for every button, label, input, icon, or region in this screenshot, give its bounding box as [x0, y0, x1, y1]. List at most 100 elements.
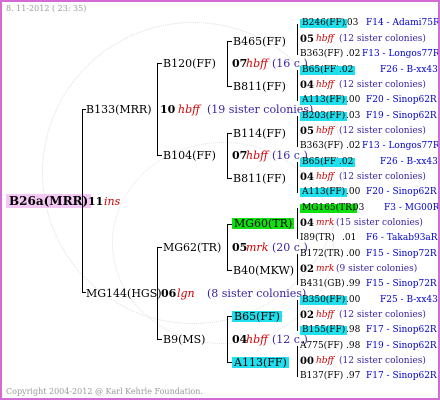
gen4-value: .02: [337, 157, 356, 167]
gen3-connector: [297, 116, 298, 147]
gen2-queen[interactable]: B9(MS): [163, 334, 205, 345]
gen3-queen[interactable]: B114(FF): [233, 128, 286, 139]
gen4-value: .00: [346, 249, 361, 259]
gen4-queen[interactable]: B65(FF): [300, 158, 342, 167]
gen4-code: F26 - B-xx43: [380, 157, 438, 167]
gen4-queen[interactable]: B65(FF): [300, 66, 342, 75]
gen4-note: (12 sister colonies): [339, 172, 426, 182]
gen4-note: (12 sister colonies): [339, 80, 426, 90]
gen4-value: .98: [346, 341, 361, 351]
gen3-queen[interactable]: B811(FF): [233, 173, 286, 184]
pedigree-frame: 8. 11-2012 ( 23: 35) Copyright 2004-2012…: [0, 0, 440, 400]
footer-copyright: Copyright 2004-2012 @ Karl Kehrle Founda…: [6, 387, 203, 396]
gen4-value: .03: [346, 111, 361, 121]
gen4-note: (9 sister colonies): [336, 264, 418, 274]
gen1-tag: lgn: [177, 287, 195, 300]
gen4-num: 04: [300, 172, 314, 183]
gen4-value: .97: [346, 371, 361, 381]
gen4-queen[interactable]: MG165(TR): [300, 204, 358, 213]
gen4-queen[interactable]: B350(FF): [300, 296, 348, 305]
gen2-connector: [227, 133, 228, 179]
gen4-code: F14 - Adami75R: [366, 18, 440, 28]
gen2-connector: [227, 41, 228, 87]
gen4-note: (12 sister colonies): [339, 34, 426, 44]
gen4-num: 00: [300, 356, 314, 367]
gen3-queen[interactable]: B811(FF): [233, 81, 286, 92]
gen4-value: .02: [346, 49, 361, 59]
gen4-code: F17 - Sinop62R: [366, 371, 437, 381]
gen4-queen[interactable]: A775(FF): [300, 342, 343, 351]
gen3-connector: [297, 208, 298, 239]
gen2-queen[interactable]: B120(FF): [163, 58, 216, 69]
root-queen[interactable]: B26a(MRR): [6, 194, 92, 208]
gen3-tag: mrk: [246, 241, 269, 254]
gen3-queen[interactable]: B40(MKW): [233, 265, 294, 276]
gen3-connector: [297, 162, 298, 193]
gen4-queen[interactable]: B172(TR): [300, 250, 344, 259]
gen4-value: .00: [346, 295, 361, 305]
gen2-queen[interactable]: B104(FF): [163, 150, 216, 161]
gen4-tag: mrk: [316, 264, 335, 274]
gen4-tag: hbff: [316, 172, 334, 182]
gen1-queen[interactable]: MG144(HGS): [86, 288, 162, 299]
gen4-code: F13 - Longos77R: [362, 141, 440, 151]
gen4-queen[interactable]: A113(FF): [300, 188, 348, 197]
gen3-queen[interactable]: B65(FF): [232, 311, 282, 322]
gen1-num: 06: [161, 287, 177, 300]
gen4-num: 02: [300, 310, 314, 321]
gen4-code: F17 - Sinop62R: [366, 325, 437, 335]
gen3-connector: [297, 70, 298, 101]
gen1-connector-bottom: [157, 155, 162, 156]
gen3-queen[interactable]: A113(FF): [232, 357, 289, 368]
gen2-queen[interactable]: MG62(TR): [163, 242, 221, 253]
gen4-num: 05: [300, 126, 314, 137]
gen4-code: F6 - Takab93aR: [366, 233, 438, 243]
gen4-queen[interactable]: B155(FF): [300, 326, 348, 335]
gen4-value: .02: [337, 65, 356, 75]
gen4-code: F20 - Sinop62R: [366, 187, 437, 197]
gen2-connector: [227, 316, 228, 363]
gen4-queen[interactable]: B203(FF): [300, 112, 348, 121]
gen4-num: 02: [300, 264, 314, 275]
gen3-queen[interactable]: MG60(TR): [232, 218, 295, 229]
gen2-connector-bottom: [227, 270, 232, 271]
gen4-num: 04: [300, 218, 314, 229]
gen4-code: F15 - Sinop72R: [366, 279, 437, 289]
gen4-code: F15 - Sinop72R: [366, 249, 437, 259]
gen3-queen[interactable]: B465(FF): [233, 36, 286, 47]
gen1-queen[interactable]: B133(MRR): [86, 104, 152, 115]
gen4-value: .03: [350, 203, 365, 213]
gen4-note: (12 sister colonies): [339, 356, 426, 366]
gen4-num: 04: [300, 80, 314, 91]
gen1-note: (8 sister colonies): [207, 287, 307, 300]
gen4-queen[interactable]: I89(TR): [300, 234, 335, 243]
gen4-num: 05: [300, 34, 314, 45]
gen3-connector: [297, 300, 298, 331]
gen4-value: .01: [342, 233, 357, 243]
gen1-num: 10: [160, 103, 176, 116]
gen4-queen[interactable]: B137(FF): [300, 372, 343, 381]
gen4-value: .99: [346, 279, 361, 289]
gen3-connector: [297, 254, 298, 285]
gen2-connector-top: [227, 133, 232, 134]
gen2-connector: [227, 224, 228, 271]
header-date: 8. 11-2012 ( 23: 35): [6, 4, 87, 13]
gen4-tag: hbff: [316, 356, 334, 366]
gen4-value: .98: [346, 325, 361, 335]
gen4-code: F19 - Sinop62R: [366, 341, 437, 351]
gen1-connector: [157, 247, 158, 340]
root-tag: ins: [104, 195, 121, 208]
gen4-code: F20 - Sinop62R: [366, 95, 437, 105]
gen1-connector-top: [157, 63, 162, 64]
gen4-code: F25 - B-xx43: [380, 295, 438, 305]
gen4-queen[interactable]: B363(FF): [300, 50, 343, 59]
gen1-connector-bottom: [157, 339, 162, 340]
gen4-queen[interactable]: B246(FF): [300, 19, 348, 28]
gen4-tag: hbff: [316, 310, 334, 320]
gen4-queen[interactable]: B363(FF): [300, 142, 343, 151]
gen4-code: F19 - Sinop62R: [366, 111, 437, 121]
gen4-note: (15 sister colonies): [336, 218, 423, 228]
gen3-tag: hbff: [246, 57, 268, 70]
gen4-queen[interactable]: B431(GB): [300, 280, 345, 289]
gen4-queen[interactable]: A113(FF): [300, 96, 348, 105]
